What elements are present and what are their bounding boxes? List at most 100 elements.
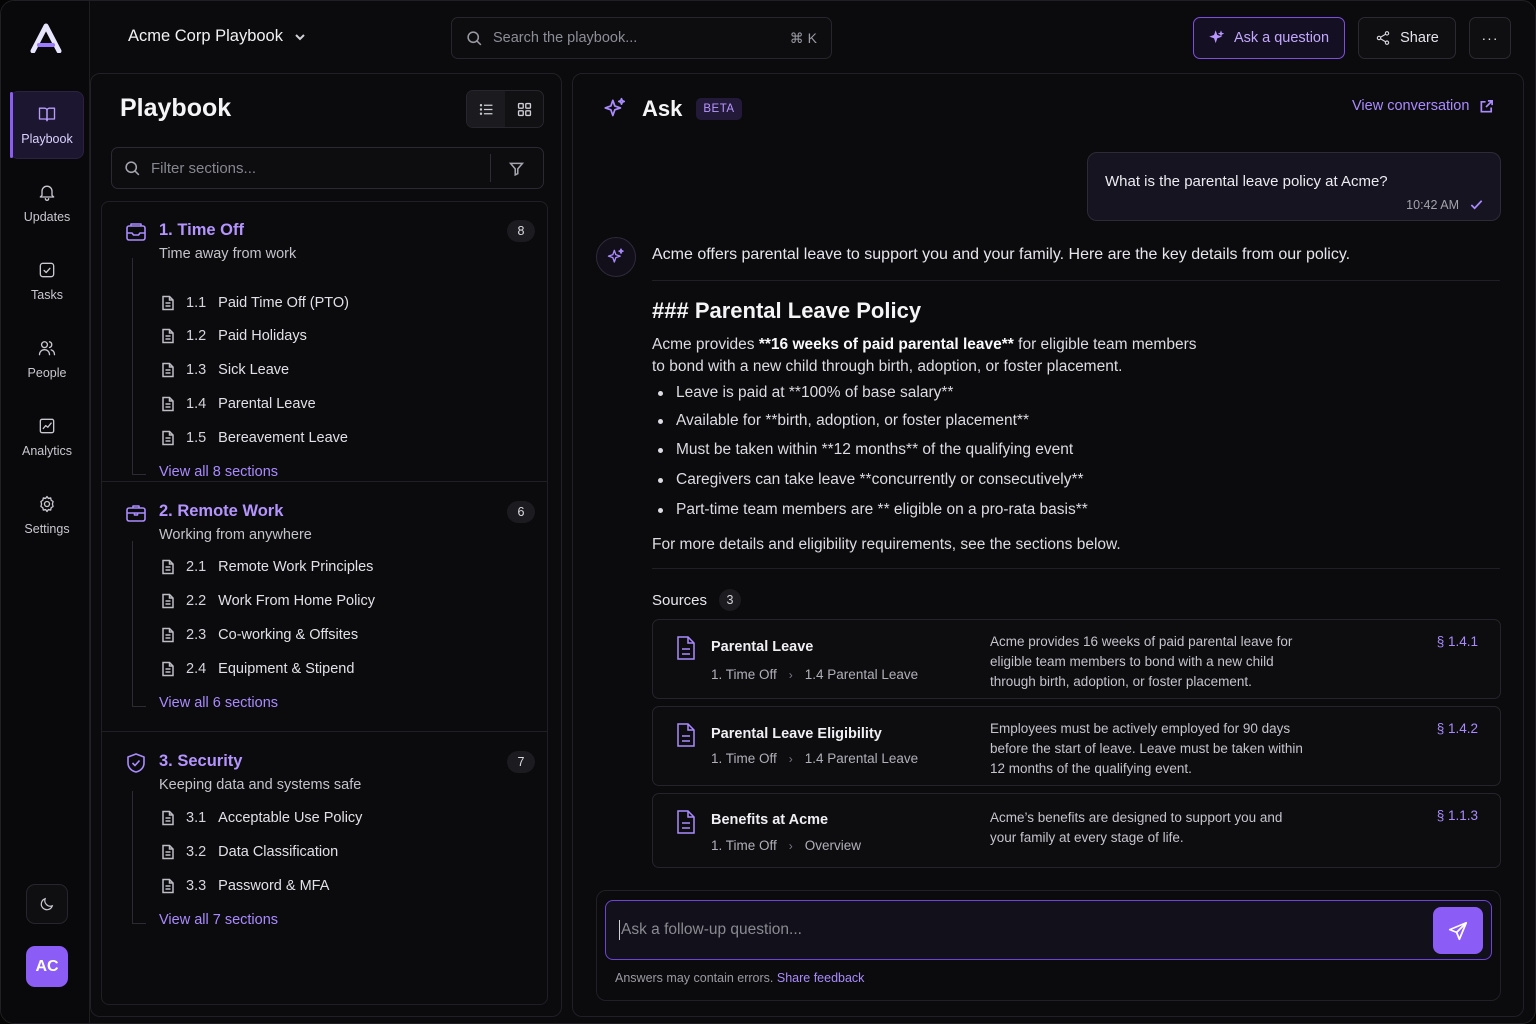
item-number: 1.1 <box>186 295 207 311</box>
section-item[interactable]: 2.4 Equipment & Stipend <box>160 661 354 677</box>
filter-sections-input[interactable]: Filter sections... <box>111 147 544 189</box>
item-label: Bereavement Leave <box>218 430 348 446</box>
answer-text: Acme provides <box>652 336 759 353</box>
section-item[interactable]: 3.1 Acceptable Use Policy <box>160 810 362 826</box>
inbox-icon <box>124 220 148 244</box>
sources-header: Sources 3 <box>652 589 742 611</box>
grid-view-button[interactable] <box>505 91 543 127</box>
view-mode-toggle <box>466 90 544 128</box>
item-label: Equipment & Stipend <box>218 661 355 677</box>
sources-count-badge: 3 <box>719 589 742 611</box>
section-item[interactable]: 1.5 Bereavement Leave <box>160 430 348 446</box>
sparkle-icon <box>607 248 624 263</box>
list-icon <box>479 103 492 115</box>
source-breadcrumb: 1. Time Off › 1.4 Parental Leave <box>711 667 918 682</box>
section-title[interactable]: 3. Security <box>159 752 242 771</box>
divider <box>102 481 547 482</box>
bell-icon <box>39 185 55 201</box>
rail-item-people[interactable]: People <box>10 325 84 393</box>
answer-closing: For more details and eligibility require… <box>652 536 1121 553</box>
item-number: 1.3 <box>186 362 207 378</box>
rail-item-playbook[interactable]: Playbook <box>10 91 84 159</box>
breadcrumb-item: 1. Time Off <box>711 751 777 766</box>
view-conversation-label: View conversation <box>1352 98 1470 114</box>
view-all-link[interactable]: View all 6 sections <box>159 695 278 711</box>
document-icon <box>162 559 174 575</box>
user-avatar[interactable]: AC <box>26 946 68 987</box>
search-shortcut: ⌘ K <box>789 29 817 46</box>
acme-logo[interactable] <box>29 23 63 53</box>
source-title: Parental Leave Eligibility <box>711 726 882 742</box>
theme-toggle-button[interactable] <box>26 884 68 924</box>
send-button[interactable] <box>1433 907 1483 954</box>
breadcrumb-item: 1. Time Off <box>711 838 777 853</box>
source-card[interactable]: Parental Leave Eligibility 1. Time Off ›… <box>652 706 1501 786</box>
source-card[interactable]: Benefits at Acme 1. Time Off › Overview … <box>652 793 1501 868</box>
chevron-right-icon: › <box>788 667 793 682</box>
source-card[interactable]: Parental Leave 1. Time Off › 1.4 Parenta… <box>652 619 1501 699</box>
document-icon <box>162 430 174 446</box>
rail-item-tasks[interactable]: Tasks <box>10 247 84 315</box>
source-reference[interactable]: § 1.4.1 <box>1437 634 1478 649</box>
item-number: 3.3 <box>186 878 207 894</box>
source-breadcrumb: 1. Time Off › Overview <box>711 838 861 853</box>
section-count-badge: 6 <box>507 501 535 523</box>
more-options-button[interactable]: ··· <box>1469 17 1511 59</box>
item-label: Work From Home Policy <box>218 593 376 609</box>
workspace-switcher[interactable]: Acme Corp Playbook <box>128 27 307 46</box>
tree-line <box>132 791 133 923</box>
section-item[interactable]: 2.3 Co-working & Offsites <box>160 627 358 643</box>
beta-badge: BETA <box>696 98 742 120</box>
section-item[interactable]: 1.1 Paid Time Off (PTO) <box>160 295 349 311</box>
section-subtitle: Working from anywhere <box>159 527 312 543</box>
section-list: 1. Time Off Time away from work 8 1.1 Pa… <box>101 201 548 1005</box>
ask-question-button[interactable]: Ask a question <box>1193 17 1345 59</box>
section-item[interactable]: 3.3 Password & MFA <box>160 878 329 894</box>
external-link-icon <box>1480 99 1494 112</box>
check-icon <box>1470 200 1483 210</box>
view-all-link[interactable]: View all 8 sections <box>159 464 278 480</box>
document-icon <box>674 635 698 661</box>
section-item[interactable]: 1.4 Parental Leave <box>160 396 316 412</box>
rail-item-updates[interactable]: Updates <box>10 169 84 237</box>
view-conversation-link[interactable]: View conversation <box>1352 98 1494 114</box>
view-all-link[interactable]: View all 7 sections <box>159 912 278 928</box>
global-search-input[interactable]: Search the playbook... ⌘ K <box>451 17 832 59</box>
filter-button[interactable] <box>501 160 531 177</box>
rail-label: People <box>27 366 67 380</box>
share-button[interactable]: Share <box>1358 17 1456 59</box>
document-icon <box>162 295 174 311</box>
document-icon <box>162 878 174 894</box>
document-icon <box>162 396 174 412</box>
list-view-button[interactable] <box>467 91 505 127</box>
item-number: 1.2 <box>186 328 207 344</box>
item-label: Acceptable Use Policy <box>218 810 363 826</box>
briefcase-icon <box>124 501 148 525</box>
section-item[interactable]: 2.2 Work From Home Policy <box>160 593 375 609</box>
divider <box>490 154 491 182</box>
composer-placeholder: Ask a follow-up question... <box>621 921 802 938</box>
share-feedback-link[interactable]: Share feedback <box>777 971 865 985</box>
checkbox-icon <box>39 262 55 278</box>
breadcrumb-item: Overview <box>804 838 862 853</box>
section-item[interactable]: 3.2 Data Classification <box>160 844 338 860</box>
section-item[interactable]: 1.3 Sick Leave <box>160 362 289 378</box>
item-number: 3.1 <box>186 810 207 826</box>
source-reference[interactable]: § 1.1.3 <box>1437 808 1478 823</box>
rail-label: Playbook <box>21 132 73 146</box>
follow-up-input[interactable]: Ask a follow-up question... <box>605 900 1492 960</box>
section-item[interactable]: 1.2 Paid Holidays <box>160 328 307 344</box>
divider <box>102 731 547 732</box>
source-excerpt: Acme’s benefits are designed to support … <box>990 810 1283 845</box>
source-reference[interactable]: § 1.4.2 <box>1437 721 1478 736</box>
panel-title: Playbook <box>120 94 232 122</box>
rail-item-analytics[interactable]: Analytics <box>10 403 84 471</box>
source-breadcrumb: 1. Time Off › 1.4 Parental Leave <box>711 751 918 766</box>
document-icon <box>162 844 174 860</box>
section-title[interactable]: 1. Time Off <box>159 221 244 240</box>
tree-line <box>132 706 146 707</box>
list-item: Must be taken within **12 months** of th… <box>658 441 1073 459</box>
section-title[interactable]: 2. Remote Work <box>159 502 283 521</box>
rail-item-settings[interactable]: Settings <box>10 481 84 549</box>
section-item[interactable]: 2.1 Remote Work Principles <box>160 559 373 575</box>
